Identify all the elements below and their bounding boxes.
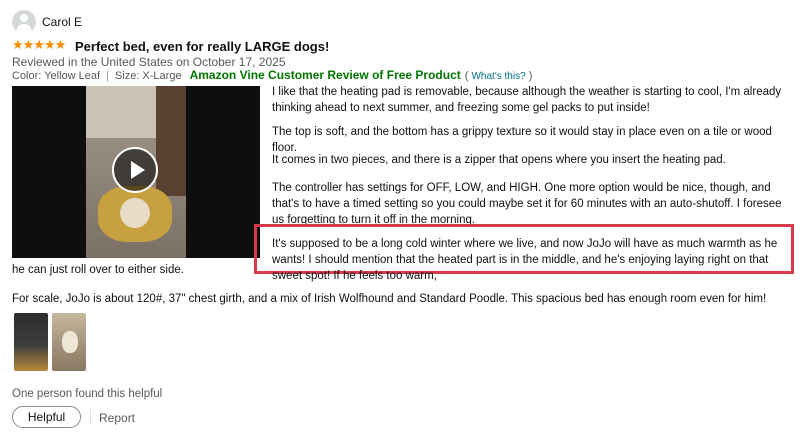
helpful-button[interactable]: Helpful [12,406,81,428]
meta-divider: | [106,70,109,82]
review-paragraph: I like that the heating pad is removable… [272,86,782,114]
star-rating: ★★★★★ [12,37,66,52]
divider [90,409,91,425]
review-paragraph: For scale, JoJo is about 120#, 37" chest… [12,293,767,305]
color-label: Color: Yellow Leaf [12,70,101,82]
review-meta: Color: Yellow Leaf | Size: X-Large Amazon V… [12,68,533,82]
highlighted-paragraph: It's supposed to be a long cold winter w… [272,238,778,282]
whats-this-link[interactable]: What's this? [471,71,525,82]
review-paragraph: The controller has settings for OFF, LOW… [272,182,782,226]
review-paragraph: It comes in two pieces, and there is a z… [272,154,726,166]
size-label: Size: X-Large [114,70,182,82]
review-image-thumbnail[interactable] [14,313,48,371]
play-icon[interactable] [112,147,158,193]
review-image-thumbnail[interactable] [52,313,86,371]
vine-badge: Amazon Vine Customer Review of Free Prod… [189,68,461,82]
avatar [12,10,36,34]
reviewer-name[interactable]: Carol E [42,15,82,29]
helpful-count: One person found this helpful [12,388,163,400]
review-title[interactable]: Perfect bed, even for really LARGE dogs! [75,39,329,54]
report-link[interactable]: Report [99,411,135,425]
review-video[interactable] [12,86,260,258]
review-date: Reviewed in the United States on October… [12,55,286,69]
review-paragraph-continuation: he can just roll over to either side. [12,264,184,276]
